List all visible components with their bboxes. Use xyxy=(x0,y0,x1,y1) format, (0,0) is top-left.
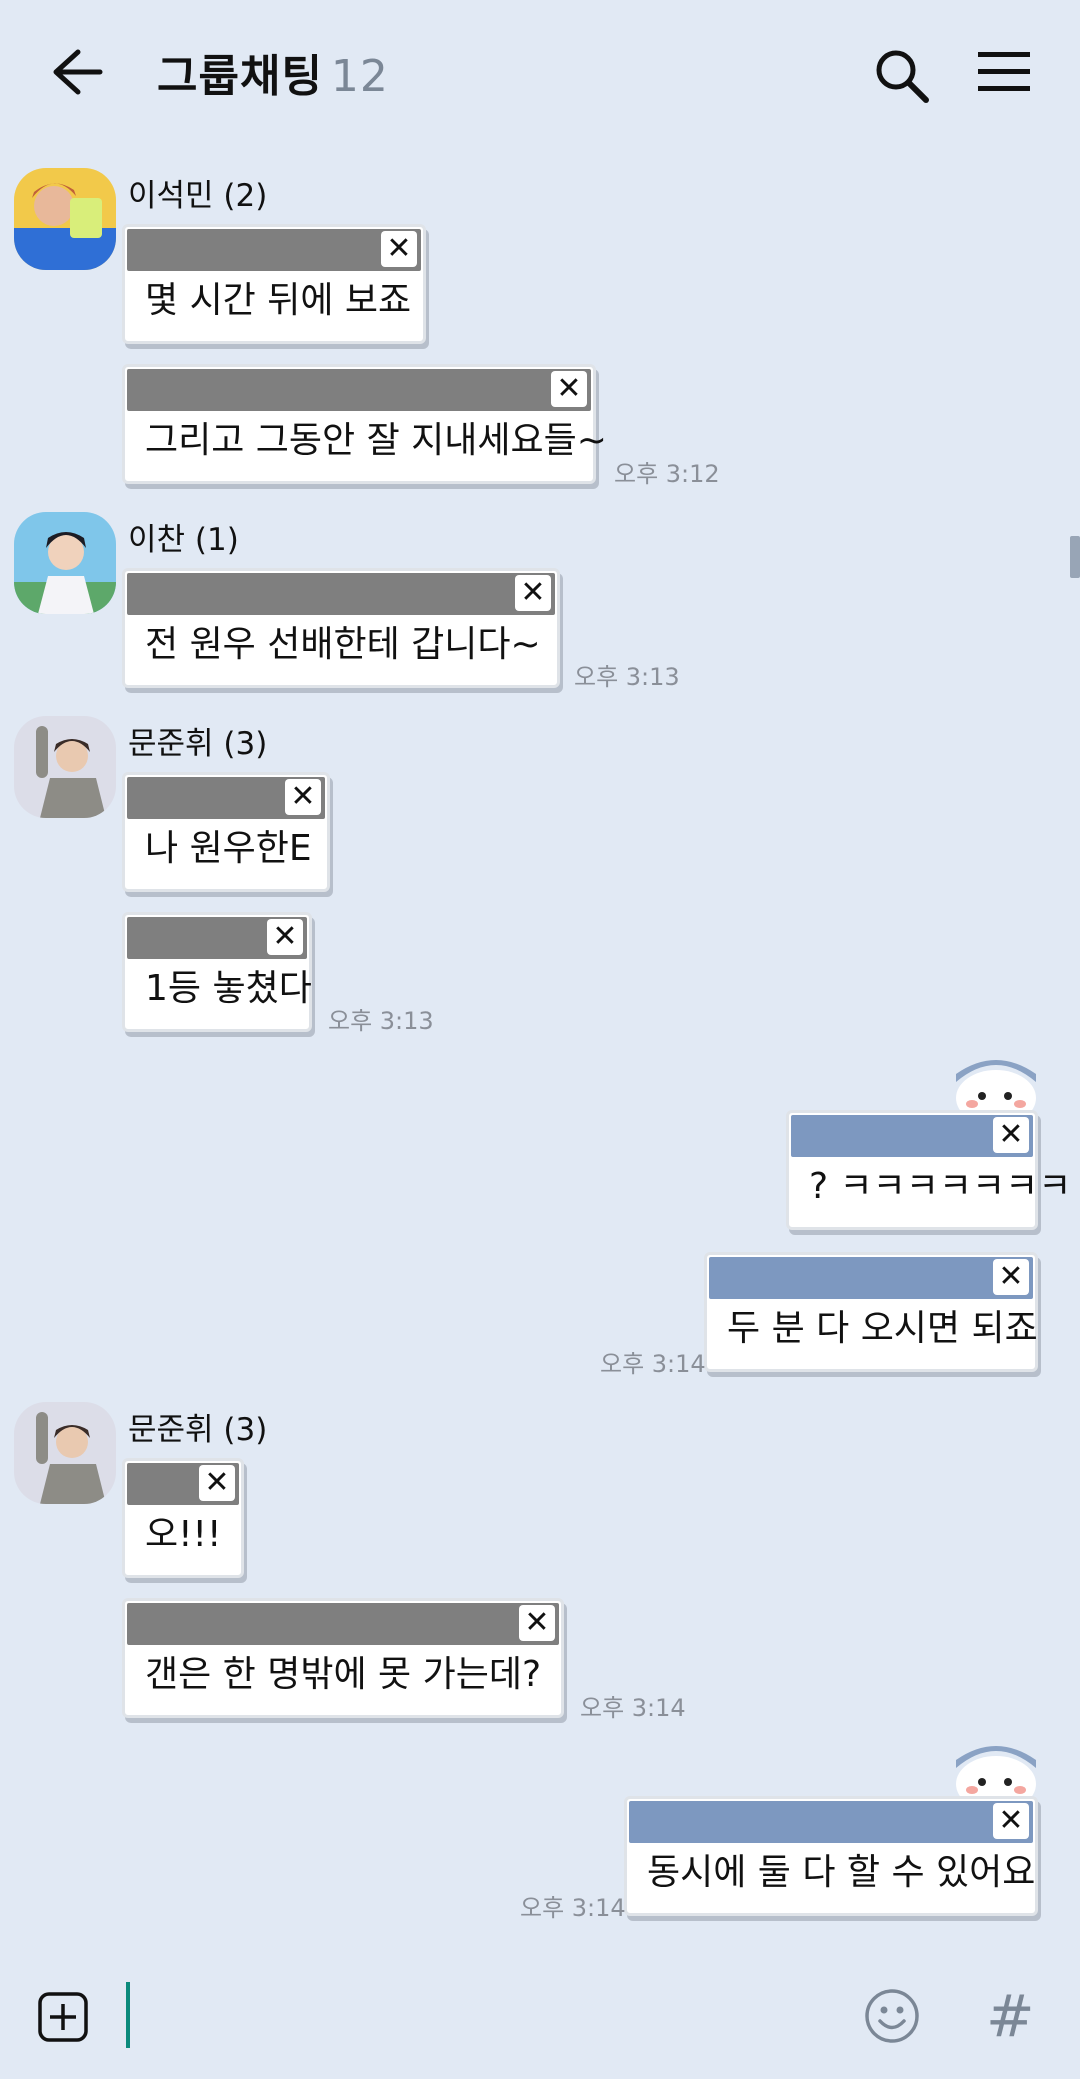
message-text: 그리고 그동안 잘 지내세요들~ xyxy=(145,420,607,461)
message-bubble[interactable]: ✕ 그리고 그동안 잘 지내세요들~ xyxy=(122,364,607,484)
smiley-icon[interactable] xyxy=(864,1988,920,2044)
close-icon[interactable]: ✕ xyxy=(993,1259,1029,1295)
hashtag-icon[interactable]: # xyxy=(986,1982,1035,2050)
close-icon[interactable]: ✕ xyxy=(993,1117,1029,1153)
my-message-bubble[interactable]: ✕ ? ㅋㅋㅋㅋㅋㅋㅋ xyxy=(786,1110,1071,1230)
chat-title: 그룹채팅 12 xyxy=(157,40,389,104)
message-bubble[interactable]: ✕ 몇 시간 뒤에 보죠 xyxy=(122,224,426,344)
message-text: 오!!! xyxy=(145,1514,222,1555)
close-icon[interactable]: ✕ xyxy=(285,779,321,815)
message-bubble[interactable]: ✕ 나 원우한E xyxy=(122,772,330,892)
close-icon[interactable]: ✕ xyxy=(381,231,417,267)
message-bubble[interactable]: ✕ 전 원우 선배한테 갑니다~ xyxy=(122,568,560,688)
avatar[interactable] xyxy=(14,1402,116,1504)
message-text: 갠은 한 명밖에 못 가는데? xyxy=(145,1654,542,1695)
bubble-title-bar xyxy=(709,1257,1033,1299)
avatar-photo xyxy=(14,1402,116,1504)
message-time: 오후 3:14 xyxy=(520,1894,626,1922)
bubble-title-bar xyxy=(127,369,591,411)
close-icon[interactable]: ✕ xyxy=(551,371,587,407)
search-icon[interactable] xyxy=(872,46,930,104)
chat-title-text: 그룹채팅 xyxy=(157,51,323,102)
sender-name: 이찬 (1) xyxy=(128,522,239,558)
sender-name: 이석민 (2) xyxy=(128,178,268,214)
avatar-photo xyxy=(14,716,116,818)
message-bubble[interactable]: ✕ 오!!! xyxy=(122,1458,244,1578)
avatar-photo xyxy=(14,512,116,614)
bubble-title-bar xyxy=(127,1603,559,1645)
bubble-title-bar xyxy=(127,229,421,271)
avatar[interactable] xyxy=(14,512,116,614)
close-icon[interactable]: ✕ xyxy=(515,575,551,611)
hamburger-menu-icon[interactable] xyxy=(978,50,1030,94)
close-icon[interactable]: ✕ xyxy=(519,1605,555,1641)
message-time: 오후 3:13 xyxy=(328,1007,434,1035)
avatar-photo xyxy=(14,168,116,270)
avatar[interactable] xyxy=(14,716,116,818)
avatar[interactable] xyxy=(14,168,116,270)
message-time: 오후 3:12 xyxy=(614,460,720,488)
scrollbar-thumb[interactable] xyxy=(1070,536,1080,578)
message-time: 오후 3:14 xyxy=(600,1350,706,1378)
sender-name: 문준휘 (3) xyxy=(128,726,268,762)
message-text: ? ㅋㅋㅋㅋㅋㅋㅋ xyxy=(809,1166,1072,1207)
text-cursor[interactable] xyxy=(126,1982,130,2048)
member-count: 12 xyxy=(330,51,389,102)
my-message-bubble[interactable]: ✕ 두 분 다 오시면 되죠 xyxy=(704,1252,1038,1372)
message-text: 동시에 둘 다 할 수 있어요 xyxy=(647,1852,1036,1893)
message-bubble[interactable]: ✕ 1등 놓쳤다 xyxy=(122,912,312,1032)
message-text: 몇 시간 뒤에 보죠 xyxy=(145,280,412,321)
message-text: 전 원우 선배한테 갑니다~ xyxy=(145,624,541,665)
close-icon[interactable]: ✕ xyxy=(993,1803,1029,1839)
my-message-bubble[interactable]: ✕ 동시에 둘 다 할 수 있어요 xyxy=(624,1796,1038,1916)
plus-square-icon[interactable] xyxy=(38,1992,88,2042)
close-icon[interactable]: ✕ xyxy=(199,1465,235,1501)
message-time: 오후 3:14 xyxy=(580,1694,686,1722)
message-text: 나 원우한E xyxy=(145,828,312,869)
message-time: 오후 3:13 xyxy=(574,663,680,691)
bubble-title-bar xyxy=(629,1801,1033,1843)
bubble-title-bar xyxy=(127,573,555,615)
message-text: 1등 놓쳤다 xyxy=(145,968,312,1009)
message-text: 두 분 다 오시면 되죠 xyxy=(727,1308,1038,1349)
back-arrow-icon[interactable] xyxy=(48,46,108,98)
close-icon[interactable]: ✕ xyxy=(267,919,303,955)
sender-name: 문준휘 (3) xyxy=(128,1412,268,1448)
chat-header: 그룹채팅 12 xyxy=(0,0,1080,150)
message-bubble[interactable]: ✕ 갠은 한 명밖에 못 가는데? xyxy=(122,1598,564,1718)
